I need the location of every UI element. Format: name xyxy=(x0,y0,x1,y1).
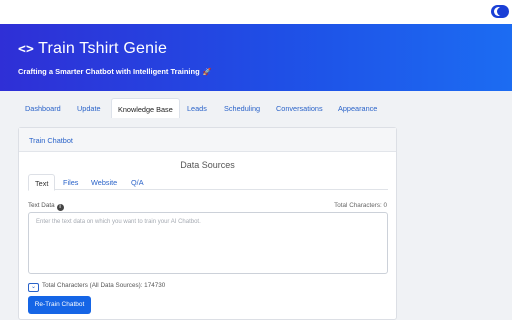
info-icon[interactable]: i xyxy=(56,204,64,211)
tab-knowledge-base[interactable]: Knowledge Base xyxy=(111,98,180,118)
text-data-input[interactable]: Enter the text data on which you want to… xyxy=(28,212,388,274)
rocket-icon: 🚀 xyxy=(202,69,212,76)
text-data-label-text: Text Data xyxy=(28,202,55,209)
top-bar xyxy=(0,0,512,24)
tab-dashboard[interactable]: Dashboard xyxy=(25,98,61,118)
panel-header: Train Chatbot xyxy=(19,128,396,152)
data-source-tabs: Text Files Website Q/A xyxy=(28,174,388,191)
panel-header-label: Train Chatbot xyxy=(29,136,73,145)
text-data-label: Text Data i xyxy=(28,202,64,211)
text-data-placeholder: Enter the text data on which you want to… xyxy=(36,219,201,225)
tab-leads[interactable]: Leads xyxy=(187,98,207,118)
source-tab-text[interactable]: Text xyxy=(28,174,56,191)
retrain-chatbot-button[interactable]: Re-Train Chatbot xyxy=(28,296,91,314)
tab-conversations[interactable]: Conversations xyxy=(276,98,323,118)
tab-appearance[interactable]: Appearance xyxy=(338,98,377,118)
train-chatbot-panel: Train Chatbot Data Sources Text Files We… xyxy=(18,127,397,320)
total-all-sources: ⌄ Total Characters (All Data Sources): 17… xyxy=(28,282,165,292)
total-characters: Total Characters: 0 xyxy=(334,202,387,209)
page-subtitle-text: Crafting a Smarter Chatbot with Intellig… xyxy=(18,67,200,76)
code-icon: <> xyxy=(18,42,35,57)
source-tab-website[interactable]: Website xyxy=(91,174,117,190)
tab-scheduling[interactable]: Scheduling xyxy=(224,98,260,118)
page-title-text: Train Tshirt Genie xyxy=(38,40,168,57)
page-title: <> Train Tshirt Genie xyxy=(18,40,167,58)
source-tab-qa[interactable]: Q/A xyxy=(131,174,144,190)
source-tab-files[interactable]: Files xyxy=(63,174,78,190)
page-subtitle: Crafting a Smarter Chatbot with Intellig… xyxy=(18,67,211,76)
total-all-sources-text: Total Characters (All Data Sources): 174… xyxy=(42,282,166,289)
logo-icon xyxy=(491,5,509,18)
chevron-down-icon[interactable]: ⌄ xyxy=(28,283,39,292)
page-header: <> Train Tshirt Genie Crafting a Smarter … xyxy=(0,24,512,91)
tab-update[interactable]: Update xyxy=(77,98,101,118)
data-sources-title: Data Sources xyxy=(180,160,235,170)
